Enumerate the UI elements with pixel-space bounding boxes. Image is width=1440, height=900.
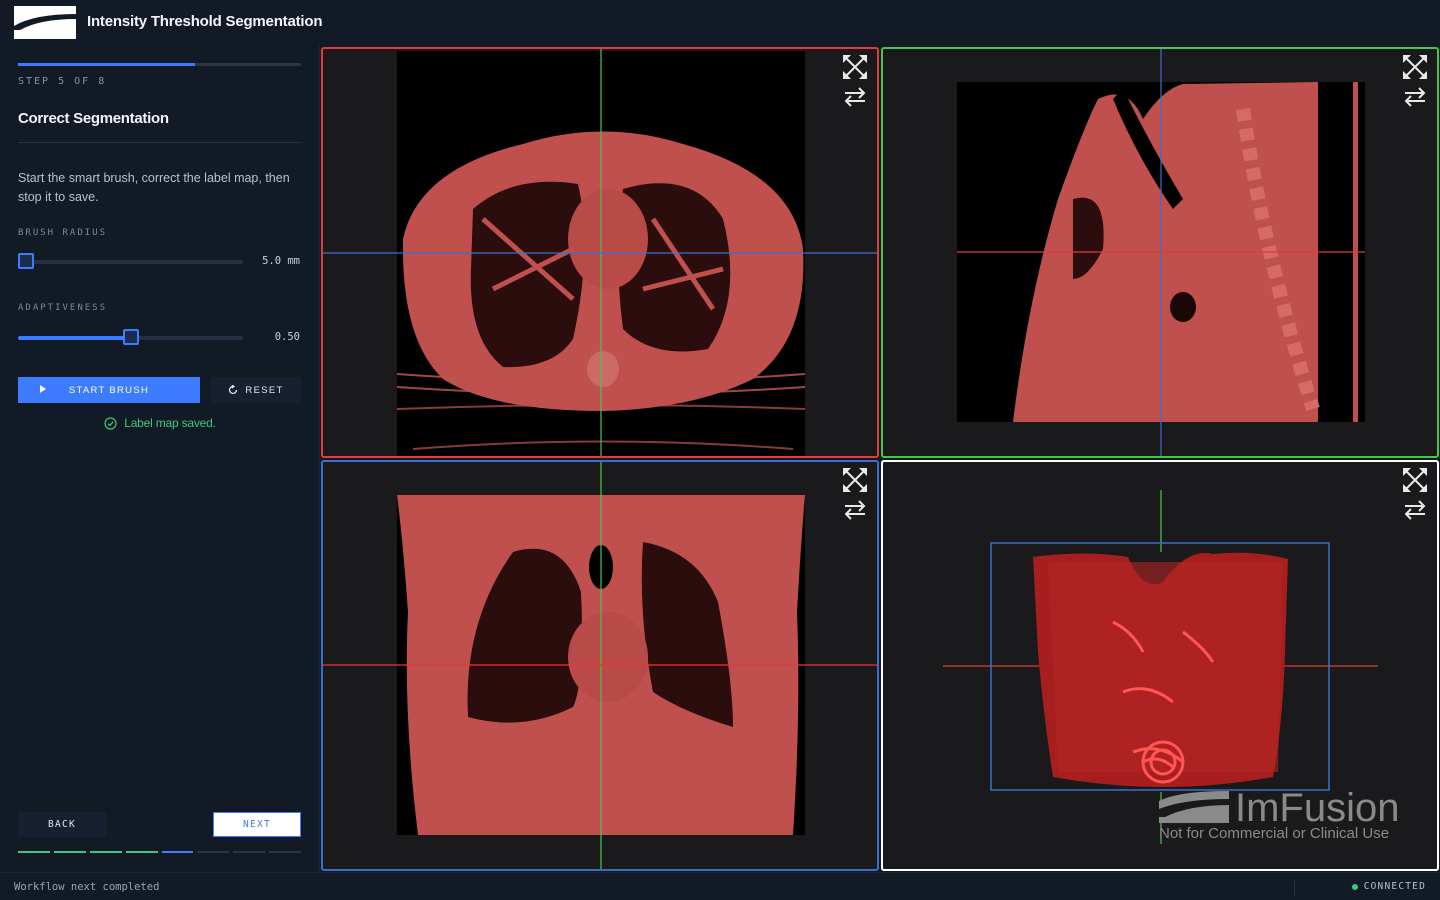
reset-label: RESET	[245, 384, 284, 396]
coronal-slice-image	[323, 462, 877, 869]
status-message: Label map saved.	[0, 416, 320, 430]
step-dot	[125, 851, 158, 853]
connection-status: CONNECTED	[1351, 881, 1426, 892]
play-icon	[40, 385, 46, 393]
step-title: Correct Segmentation	[18, 110, 169, 127]
step-dot	[53, 851, 86, 853]
step-dot	[197, 851, 230, 853]
maximize-icon[interactable]	[1401, 466, 1429, 494]
watermark-subtitle: Not for Commercial or Clinical Use	[1159, 825, 1390, 842]
adaptiveness-slider[interactable]	[18, 329, 243, 345]
step-dot	[18, 851, 50, 853]
imfusion-watermark-logo: ImFusion	[1159, 787, 1400, 825]
reset-icon	[229, 385, 238, 395]
watermark-brand: ImFusion	[1235, 787, 1400, 825]
start-brush-button[interactable]: START BRUSH	[18, 377, 200, 403]
divider	[1294, 879, 1295, 895]
next-label: NEXT	[242, 819, 272, 830]
next-button[interactable]: NEXT	[213, 812, 301, 837]
connection-dot-icon	[1351, 883, 1358, 890]
connection-label: CONNECTED	[1363, 881, 1426, 892]
workflow-progress-fill	[18, 63, 195, 66]
brush-radius-value: 5.0 mm	[262, 255, 300, 267]
axial-slice-image	[323, 49, 877, 456]
viewport-toolbar	[1401, 53, 1431, 113]
viewport-toolbar	[1401, 466, 1431, 526]
step-instructions: Start the smart brush, correct the label…	[18, 171, 290, 204]
adaptiveness-label: ADAPTIVENESS	[18, 303, 108, 313]
maximize-icon[interactable]	[841, 466, 869, 494]
back-button[interactable]: BACK	[18, 812, 106, 837]
status-message-text: Label map saved.	[124, 416, 216, 430]
step-dot	[89, 851, 122, 853]
sagittal-viewport[interactable]	[881, 47, 1439, 458]
step-dot	[161, 851, 194, 853]
workflow-progress-bar	[18, 63, 301, 66]
swap-icon[interactable]	[841, 85, 869, 109]
step-dot	[233, 851, 266, 853]
divider	[18, 142, 301, 143]
app-header: Intensity Threshold Segmentation	[0, 0, 1440, 45]
viewport-toolbar	[841, 466, 871, 526]
viewport-toolbar	[841, 53, 871, 113]
3d-viewport[interactable]: ImFusion Not for Commercial or Clinical …	[881, 460, 1439, 871]
app-title: Intensity Threshold Segmentation	[87, 13, 323, 30]
slider-fill	[18, 336, 131, 340]
brush-radius-label: BRUSH RADIUS	[18, 228, 108, 238]
sagittal-slice-image	[957, 49, 1365, 456]
check-circle-icon	[104, 416, 117, 430]
step-dot	[269, 851, 301, 853]
swap-icon[interactable]	[1401, 85, 1429, 109]
step-counter: STEP 5 OF 8	[18, 76, 107, 87]
swap-icon[interactable]	[841, 498, 869, 522]
brush-radius-slider[interactable]	[18, 253, 243, 269]
start-brush-label: START BRUSH	[68, 384, 150, 396]
adaptiveness-value: 0.50	[274, 331, 300, 343]
swap-icon[interactable]	[1401, 498, 1429, 522]
maximize-icon[interactable]	[1401, 53, 1429, 81]
back-label: BACK	[47, 819, 77, 830]
slider-thumb[interactable]	[122, 329, 139, 345]
axial-viewport[interactable]	[321, 47, 879, 458]
workflow-sidebar: STEP 5 OF 8 Correct Segmentation Start t…	[0, 45, 320, 872]
slider-thumb[interactable]	[18, 253, 34, 269]
coronal-viewport[interactable]	[321, 460, 879, 871]
reset-button[interactable]: RESET	[211, 377, 301, 403]
imfusion-logo	[14, 6, 76, 39]
status-bar-message: Workflow next completed	[14, 881, 160, 893]
step-indicator	[18, 851, 301, 853]
status-bar: Workflow next completed CONNECTED	[0, 872, 1440, 900]
maximize-icon[interactable]	[841, 53, 869, 81]
